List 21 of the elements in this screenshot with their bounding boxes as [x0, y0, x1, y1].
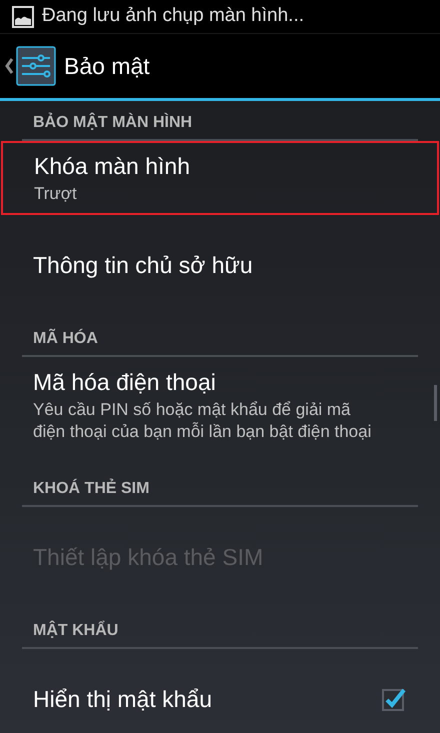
scrollbar — [434, 385, 437, 421]
section-header: BẢO MẬT MÀN HÌNH — [33, 113, 194, 133]
item-summary: Yêu cầu PIN số hoặc mật khẩu để giải mã điện thoại của bạn mỗi lần bạn bật điện thoại — [33, 399, 372, 443]
checkbox[interactable] — [381, 686, 407, 712]
item-title: Thông tin chủ sở hữu — [33, 251, 254, 280]
back-caret-icon — [4, 56, 14, 76]
settings-sliders-icon — [16, 46, 56, 86]
section-header: MÃ HÓA — [33, 329, 99, 349]
settings-item[interactable]: Thông tin chủ sở hữu — [0, 227, 440, 303]
settings-item[interactable]: Khóa màn hình Trượt — [1, 141, 439, 215]
picture-icon — [12, 6, 34, 28]
settings-item[interactable]: Mã hóa điện thoại Yêu cầu PIN số hoặc mật khẩu để giải mã điện thoại của bạn mỗi lần bạn bật điện thoại — [0, 357, 440, 453]
section-header: KHOÁ THẺ SIM — [33, 479, 150, 499]
item-title: Mã hóa điện thoại — [33, 368, 217, 397]
item-summary: Trượt — [34, 183, 78, 205]
item-title: Hiển thị mật khẩu — [33, 685, 213, 714]
section-header: MẬT KHẨU — [33, 621, 120, 641]
settings-item[interactable]: Hiển thị mật khẩu — [0, 661, 440, 733]
notification-text: Đang lưu ảnh chụp màn hình... — [42, 4, 304, 28]
screen-title: Bảo mật — [64, 52, 150, 81]
item-title: Khóa màn hình — [34, 152, 192, 181]
